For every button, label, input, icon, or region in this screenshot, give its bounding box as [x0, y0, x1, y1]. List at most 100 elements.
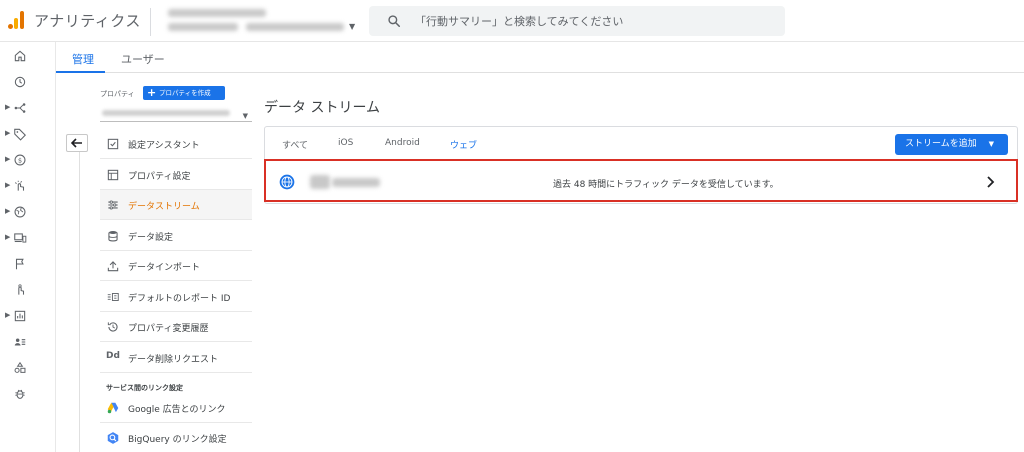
linking-section-label: サービス間のリンク設定	[106, 384, 183, 392]
expand-arrow-icon: ▶	[5, 155, 11, 163]
menu-item-label: 設定アシスタント	[128, 141, 200, 151]
expand-arrow-icon: ▶	[5, 207, 11, 215]
account-selector[interactable]	[166, 5, 346, 37]
page-icon	[107, 169, 119, 181]
rail-home[interactable]	[0, 44, 56, 68]
app-title[interactable]: アナリティクス	[34, 10, 141, 31]
chevron-down-icon: ▼	[242, 112, 248, 120]
nav-rail: ▶ ▶ ▶ $ ▶ ▶ ▶ ▶	[0, 42, 56, 452]
dropdown-caret-icon: ▼	[988, 140, 994, 148]
clock-icon	[14, 76, 26, 88]
database-icon	[108, 231, 118, 242]
filter-tab-all[interactable]: すべて	[282, 138, 308, 151]
expand-arrow-icon: ▶	[5, 311, 11, 319]
checkbox-icon	[107, 138, 119, 150]
bug-icon	[15, 389, 25, 399]
header-divider	[150, 8, 151, 36]
dd-icon: Dd	[106, 351, 120, 361]
expand-arrow-icon: ▶	[5, 233, 11, 241]
menu-item-label: プロパティ設定	[128, 172, 191, 182]
devices-icon	[14, 233, 27, 243]
menu-item-label: プロパティ変更履歴	[128, 324, 209, 334]
bigquery-icon	[107, 432, 119, 444]
google-ads-icon	[107, 402, 119, 414]
rail-debug[interactable]	[0, 382, 56, 406]
property-label: プロパティ	[100, 90, 135, 98]
expand-arrow-icon: ▶	[5, 103, 11, 111]
rail-engagement[interactable]: ▶	[0, 174, 56, 198]
filter-tab-web[interactable]: ウェブ	[450, 138, 477, 151]
top-bar: アナリティクス ▼	[0, 0, 1024, 42]
rail-realtime[interactable]	[0, 70, 56, 94]
menu-item-label: データ設定	[128, 233, 174, 243]
history-icon	[107, 322, 118, 332]
rail-audiences[interactable]	[0, 330, 56, 354]
filter-tab-android[interactable]: Android	[385, 138, 420, 148]
expand-arrow-icon: ▶	[5, 129, 11, 137]
stream-name-redacted	[310, 173, 382, 191]
search-box[interactable]	[369, 6, 785, 36]
shapes-icon	[14, 361, 26, 373]
menu-item-data-import[interactable]: データインポート	[100, 251, 252, 281]
menu-item-label: データストリーム	[128, 202, 200, 212]
dollar-icon: $	[14, 154, 26, 166]
add-stream-button[interactable]: ストリームを追加 ▼	[895, 134, 1008, 155]
menu-item-report-id[interactable]: デフォルトのレポート ID	[100, 282, 252, 312]
menu-item-data-settings[interactable]: データ設定	[100, 221, 252, 251]
rail-explore[interactable]: ▶	[0, 304, 56, 328]
menu-item-bigquery-link[interactable]: BigQuery のリンク設定	[100, 423, 252, 452]
menu-item-data-deletion[interactable]: Dd データ削除リクエスト	[100, 343, 252, 373]
menu-item-setup-assistant[interactable]: 設定アシスタント	[100, 129, 252, 159]
property-name-redacted	[102, 110, 230, 116]
tab-admin[interactable]: 管理	[72, 51, 94, 67]
rail-demographics[interactable]: ▶	[0, 200, 56, 224]
expand-arrow-icon: ▶	[5, 181, 11, 189]
menu-item-label: BigQuery のリンク設定	[128, 435, 227, 445]
property-select[interactable]: ▼	[100, 106, 252, 122]
active-tab-indicator	[56, 71, 105, 73]
menu-item-data-streams[interactable]: データストリーム	[100, 190, 252, 220]
home-icon	[14, 50, 26, 62]
streams-icon	[108, 200, 118, 210]
rail-events[interactable]	[0, 252, 56, 276]
rail-acquisition[interactable]: ▶	[0, 122, 56, 146]
analysis-icon	[14, 310, 26, 322]
rail-lifecycle[interactable]: ▶	[0, 96, 56, 120]
add-stream-label: ストリームを追加	[905, 139, 977, 149]
pointer-icon	[18, 284, 25, 295]
rail-tech[interactable]: ▶	[0, 226, 56, 250]
menu-item-label: デフォルトのレポート ID	[128, 294, 231, 304]
menu-item-property-settings[interactable]: プロパティ設定	[100, 160, 252, 190]
filter-tab-ios[interactable]: iOS	[338, 138, 353, 148]
stream-row[interactable]: 過去 48 時間にトラフィック データを受信しています。	[265, 160, 1017, 203]
admin-tabs-bar: 管理 ユーザー	[56, 42, 1024, 73]
upload-icon	[107, 261, 119, 272]
page-title: データ ストリーム	[264, 100, 381, 116]
account-caret-icon[interactable]: ▼	[349, 22, 355, 31]
search-input[interactable]	[415, 12, 775, 30]
menu-item-label: Google 広告とのリンク	[128, 405, 226, 415]
touch-icon	[15, 180, 25, 191]
tab-user[interactable]: ユーザー	[121, 51, 165, 67]
fork-icon	[14, 103, 26, 113]
tag-icon	[14, 128, 26, 141]
web-globe-icon	[279, 174, 295, 190]
rail-configure[interactable]	[0, 356, 56, 380]
plus-icon: +	[147, 86, 157, 99]
back-button[interactable]	[66, 134, 88, 152]
globe-icon	[14, 206, 26, 218]
create-property-label: プロパティを作成	[159, 89, 211, 97]
menu-item-google-ads-link[interactable]: Google 広告とのリンク	[100, 393, 252, 423]
analytics-logo-icon[interactable]	[8, 11, 24, 29]
menu-divider	[79, 152, 80, 452]
menu-item-label: データ削除リクエスト	[128, 355, 219, 365]
search-icon	[388, 15, 401, 28]
create-property-button[interactable]: + プロパティを作成	[143, 86, 225, 100]
flag-icon	[15, 258, 24, 270]
rail-conversions[interactable]	[0, 278, 56, 302]
stream-status-text: 過去 48 時間にトラフィック データを受信しています。	[553, 180, 779, 190]
chevron-right-icon	[987, 176, 995, 188]
menu-item-change-history[interactable]: プロパティ変更履歴	[100, 312, 252, 342]
rail-monetization[interactable]: ▶ $	[0, 148, 56, 172]
user-list-icon	[14, 338, 26, 346]
